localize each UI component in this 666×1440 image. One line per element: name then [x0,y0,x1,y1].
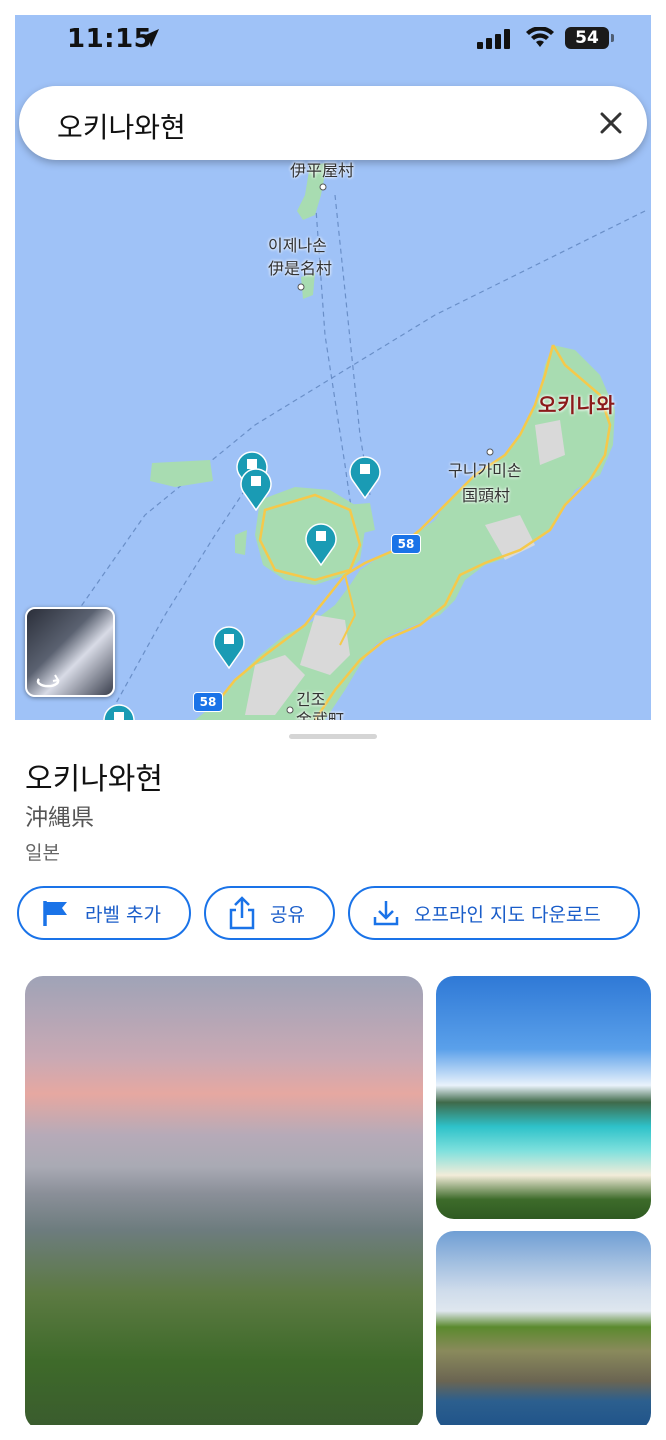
share-text: 공유 [270,903,305,926]
download-offline-map-text: 오프라인 지도 다운로드 [414,903,601,926]
map-pin-icon[interactable] [212,623,246,669]
map-pin-icon[interactable] [348,453,382,499]
screen: 11:15 54 오키나와현 伊平屋村 이제나손 伊是名村 오키나와 구니가미손… [15,15,651,1425]
street-view-thumbnail[interactable] [25,607,115,697]
place-sheet: 오키나와현 沖縄県 일본 라벨 추가 공유 오프라인 지도 다운로드 [15,720,651,1425]
map-label-kunigami-ja: 国頭村 [462,486,511,505]
map-view[interactable]: 11:15 54 오키나와현 伊平屋村 이제나손 伊是名村 오키나와 구니가미손… [15,15,651,720]
search-query[interactable]: 오키나와현 [57,106,186,146]
photo-beach[interactable] [436,976,651,1219]
download-icon [373,901,399,926]
map-pin-icon[interactable] [102,701,136,720]
map-label-izena-ja: 伊是名村 [268,259,333,278]
drag-handle[interactable] [289,734,377,739]
battery-cap [611,34,614,42]
map-pin-icon[interactable] [304,520,338,566]
place-title: 오키나와현 [25,762,163,797]
place-subtitle: 沖縄県 [25,805,94,831]
add-label-text: 라벨 추가 [85,903,161,926]
share-icon [229,896,255,930]
location-arrow-icon [141,29,159,47]
battery-indicator: 54 [565,27,609,49]
place-country: 일본 [25,842,60,864]
map-label-okinawa: 오키나와 [538,393,616,417]
map-label-iheya: 伊平屋村 [290,161,355,180]
map-label-kunigami-ko: 구니가미손 [448,461,522,480]
route-shield: 58 [193,692,223,712]
wifi-icon [526,27,554,47]
download-offline-map-button[interactable]: 오프라인 지도 다운로드 [348,886,640,940]
map-label-izena-ko: 이제나손 [268,236,327,255]
map-pin-icon[interactable] [239,465,273,511]
flag-icon [43,901,67,926]
photo-coast-sunset[interactable] [25,976,423,1425]
route-shield: 58 [391,534,421,554]
add-label-button[interactable]: 라벨 추가 [17,886,191,940]
photo-cliff[interactable] [436,1231,651,1425]
search-bar[interactable]: 오키나와현 [19,86,647,160]
status-bar: 11:15 54 [15,15,651,67]
close-icon[interactable] [595,107,627,139]
cellular-signal-icon [477,29,510,49]
rotate-360-icon [36,674,60,688]
map-label-kin-ko: 긴조 [296,690,326,709]
map-label-kin-ja: 金武町 [296,710,345,720]
share-button[interactable]: 공유 [204,886,335,940]
